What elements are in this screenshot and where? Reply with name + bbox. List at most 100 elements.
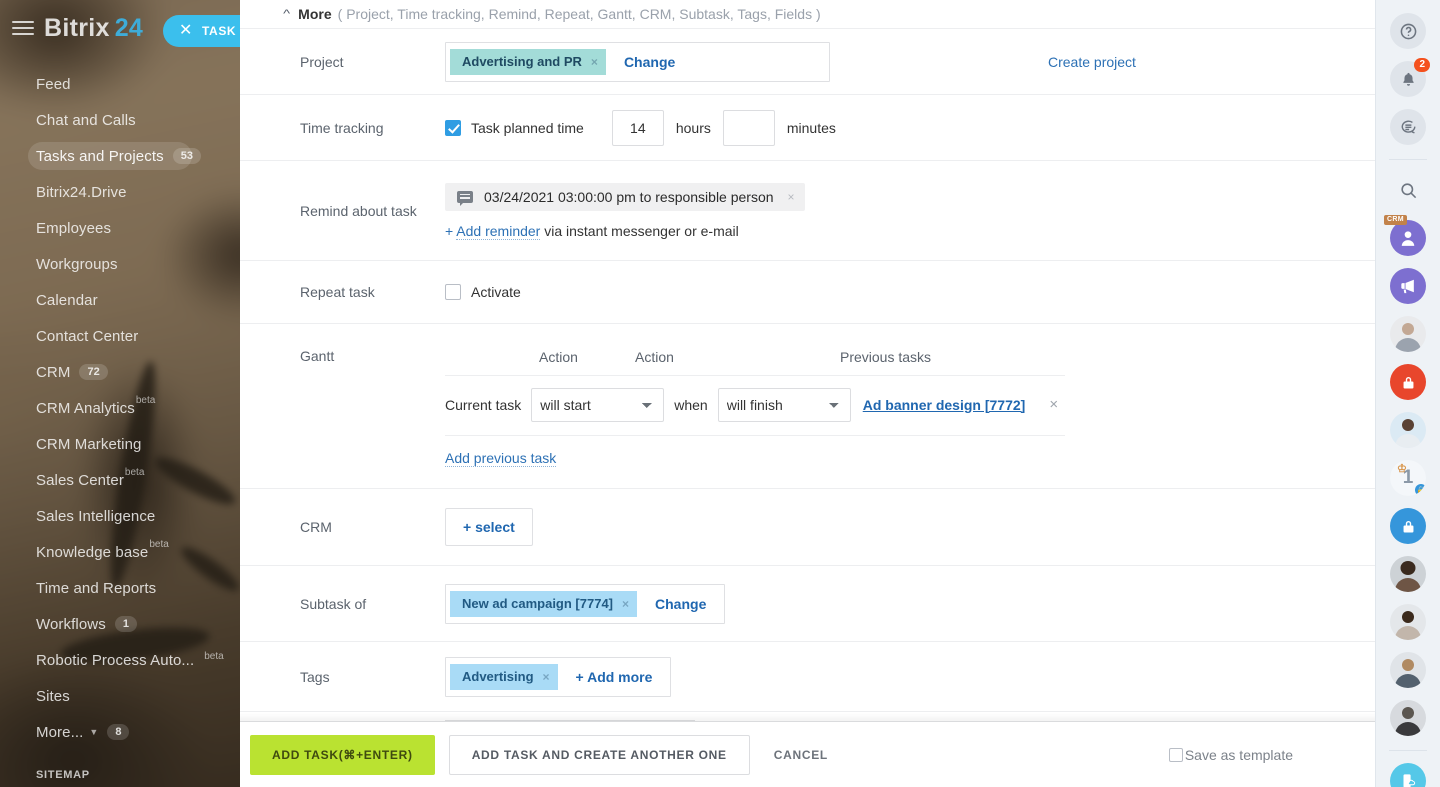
sidebar-item-tasks-and-projects[interactable]: Tasks and Projects 53 xyxy=(0,138,240,174)
cancel-button[interactable]: CANCEL xyxy=(774,748,828,762)
more-field-time-tracking[interactable]: Time tracking, xyxy=(397,6,484,22)
notifications-button[interactable]: 2 xyxy=(1390,58,1430,97)
more-field-project[interactable]: Project, xyxy=(346,6,393,22)
subtask-chip-label: New ad campaign [7774] xyxy=(462,596,613,611)
mobile-cloud-button[interactable] xyxy=(1390,763,1426,787)
messages-button[interactable] xyxy=(1390,109,1426,145)
project-chip-remove-icon[interactable]: × xyxy=(591,56,598,68)
small-lock-icon: 🔒 xyxy=(1415,484,1426,496)
sidebar-item-sites[interactable]: Sites xyxy=(0,678,240,714)
gantt-col-previous-tasks: Previous tasks xyxy=(840,348,932,365)
chevron-down-icon[interactable]: ▼ xyxy=(89,727,98,737)
avatar-user-2[interactable] xyxy=(1390,412,1426,448)
avatar-body xyxy=(1395,626,1421,640)
gantt-action-1-select[interactable]: will start xyxy=(531,387,665,422)
subtask-change-button[interactable]: Change xyxy=(637,596,724,612)
crm-label: CRM xyxy=(300,519,332,535)
form-action-bar: ADD TASK(⌘+ENTER) ADD TASK AND CREATE AN… xyxy=(240,713,1375,787)
sidebar-item-contact-center[interactable]: Contact Center xyxy=(0,318,240,354)
gantt-col-action-2: Action xyxy=(635,348,674,365)
avatar-body xyxy=(1395,674,1421,688)
avatar-user-6[interactable] xyxy=(1390,700,1426,736)
more-field-repeat[interactable]: Repeat, xyxy=(545,6,594,22)
gantt-action-2-select[interactable]: will finish xyxy=(717,387,851,422)
sidebar-item-bitrix24-drive[interactable]: Bitrix24.Drive xyxy=(0,174,240,210)
sidebar-item-label: Sales Center xyxy=(36,471,124,489)
add-task-and-create-another-button[interactable]: ADD TASK AND CREATE ANOTHER ONE xyxy=(448,734,750,775)
bell-icon xyxy=(1402,72,1414,86)
more-fields-list: ( Project, Time tracking, Remind, Repeat… xyxy=(338,6,821,22)
more-field-fields[interactable]: Fields xyxy=(775,6,812,22)
bitrix24-logo[interactable]: Bitrix 24 xyxy=(44,14,143,43)
search-button[interactable] xyxy=(1390,172,1426,208)
sidebar-item-crm-analytics[interactable]: CRM Analytics beta xyxy=(0,390,240,426)
add-task-button[interactable]: ADD TASK(⌘+ENTER) xyxy=(250,734,435,775)
chevron-up-icon[interactable]: ^ xyxy=(283,8,290,20)
sidebar-item-workgroups[interactable]: Workgroups xyxy=(0,246,240,282)
sidebar-item-beta-badge: beta xyxy=(204,651,224,662)
more-field-crm[interactable]: CRM, xyxy=(640,6,676,22)
sidebar-item-sales-center[interactable]: Sales Center beta xyxy=(0,462,240,498)
sidebar-item-knowledge-base[interactable]: Knowledge base beta xyxy=(0,534,240,570)
sidebar-item-time-and-reports[interactable]: Time and Reports xyxy=(0,570,240,606)
more-field-tags[interactable]: Tags, xyxy=(737,6,770,22)
announcement-avatar[interactable] xyxy=(1390,268,1426,304)
sidebar-item-employees[interactable]: Employees xyxy=(0,210,240,246)
gantt-previous-task-link[interactable]: Ad banner design [7772] xyxy=(863,397,1026,413)
create-project-link[interactable]: Create project xyxy=(1048,54,1136,70)
sidebar-item-crm[interactable]: CRM 72 xyxy=(0,354,240,390)
close-task-button[interactable]: ✕ TASK xyxy=(163,15,240,47)
sidebar-item-sales-intelligence[interactable]: Sales Intelligence xyxy=(0,498,240,534)
tag-chip-remove-icon[interactable]: × xyxy=(543,671,550,683)
sidebar-item-chat-and-calls[interactable]: Chat and Calls xyxy=(0,102,240,138)
more-field-remind[interactable]: Remind, xyxy=(489,6,541,22)
sidebar-item-robotic-process-auto[interactable]: Robotic Process Auto... beta xyxy=(0,642,240,678)
sidebar-item-label: Time and Reports xyxy=(36,579,157,597)
sidebar-item-label: Feed xyxy=(36,75,71,93)
add-reminder-link[interactable]: Add reminder xyxy=(456,222,541,240)
sidebar-item-calendar[interactable]: Calendar xyxy=(0,282,240,318)
repeat-activate-checkbox[interactable] xyxy=(445,284,461,300)
locked-item-blue[interactable] xyxy=(1390,508,1426,544)
sidebar-item-label: Robotic Process Auto... xyxy=(36,651,195,669)
row-subtask: Subtask of New ad campaign [7774] × Chan… xyxy=(240,565,1375,641)
avatar-user-3[interactable] xyxy=(1390,556,1426,592)
tags-chipbox: Advertising × + Add more xyxy=(445,656,672,697)
repeat-activate-label[interactable]: Activate xyxy=(471,284,521,300)
crm-contact-avatar[interactable]: CRM xyxy=(1384,215,1426,256)
avatar-user-1[interactable] xyxy=(1390,316,1426,352)
add-previous-task-link[interactable]: Add previous task xyxy=(445,450,557,467)
hamburger-menu-icon[interactable] xyxy=(12,20,34,36)
gantt-row-remove-icon[interactable]: × xyxy=(1049,396,1058,413)
row-time-tracking: Time tracking Task planned time hours mi… xyxy=(240,94,1375,160)
locked-item-red[interactable] xyxy=(1390,364,1426,400)
crown-icon: ♔ xyxy=(1397,463,1407,475)
planned-hours-input[interactable] xyxy=(611,109,664,146)
sidebar-item-feed[interactable]: Feed xyxy=(0,66,240,102)
add-reminder-plus-icon[interactable]: + xyxy=(445,223,456,239)
project-change-button[interactable]: Change xyxy=(606,54,693,70)
sidebar-item-crm-marketing[interactable]: CRM Marketing xyxy=(0,426,240,462)
crm-select-button[interactable]: + select xyxy=(445,508,533,546)
sidebar-item-label: Contact Center xyxy=(36,327,139,345)
sitemap-link[interactable]: SITEMAP xyxy=(36,769,90,781)
tag-chip-label: Advertising xyxy=(462,669,534,684)
avatar-user-4[interactable] xyxy=(1390,604,1426,640)
sidebar-item-more[interactable]: More... ▼ 8 xyxy=(0,714,240,750)
task-planned-time-checkbox[interactable] xyxy=(445,119,461,136)
help-button[interactable] xyxy=(1390,13,1426,49)
avatar-user-5[interactable] xyxy=(1390,652,1426,688)
save-as-template-checkbox[interactable] xyxy=(1168,747,1183,762)
sidebar-item-workflows[interactable]: Workflows 1 xyxy=(0,606,240,642)
subtask-chip-remove-icon[interactable]: × xyxy=(622,598,629,610)
achievement-badge-one[interactable]: ♔ 1 🔒 xyxy=(1390,460,1426,496)
tags-add-more-button[interactable]: + Add more xyxy=(558,669,671,685)
planned-minutes-input[interactable] xyxy=(722,109,775,146)
row-project: Project Advertising and PR × Change Crea… xyxy=(240,28,1375,94)
more-toggle-label[interactable]: More xyxy=(298,6,331,22)
save-as-template-label[interactable]: Save as template xyxy=(1185,747,1293,763)
reminder-remove-icon[interactable]: × xyxy=(788,190,795,204)
more-field-gantt[interactable]: Gantt, xyxy=(598,6,636,22)
more-field-subtask[interactable]: Subtask, xyxy=(679,6,733,22)
task-planned-time-label[interactable]: Task planned time xyxy=(471,120,584,136)
